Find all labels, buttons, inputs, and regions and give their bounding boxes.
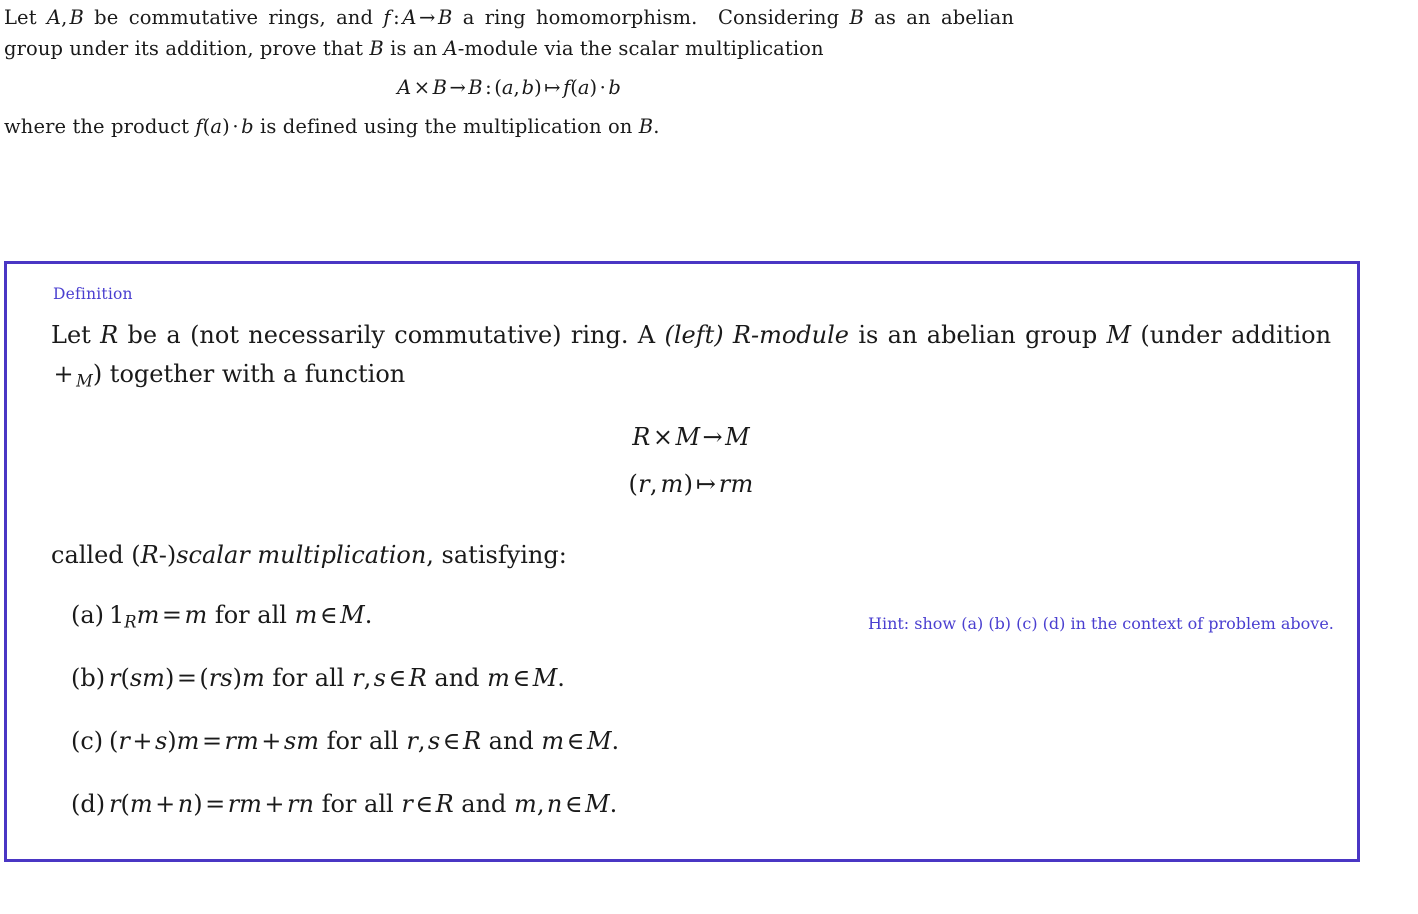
problem-closing-line: where the product f(a) · b is defined usin… <box>4 115 660 138</box>
axiom-tag-c: (c) <box>71 727 104 755</box>
axiom-tag-a: (a) <box>71 601 105 629</box>
problem-display-equation: A × B → B: (a, b) ↦ f(a) · b <box>397 76 621 99</box>
axiom-text-b: r(sm) = (rs)m for all r, s ∈ R and m ∈ M. <box>109 664 565 692</box>
scalar-multiplication-line: called (R-)scalar multiplication, satisf… <box>51 541 567 569</box>
definition-display-equation-2: (r, m) ↦ rm <box>628 470 754 498</box>
axiom-tag-b: (b) <box>71 664 106 692</box>
definition-display-equation-1: R × M → M <box>632 423 750 451</box>
axiom-item-d: (d) r(m + n) = rm + rn for all r ∈ R and m, n ∈ M. <box>71 787 1331 821</box>
definition-paragraph: Let R be a (not necessarily commutative)… <box>51 316 1331 394</box>
axiom-tag-d: (d) <box>71 790 106 818</box>
problem-line-3: multiplication <box>685 37 824 60</box>
problem-statement: Let A, B be commutative rings, and f: A → B… <box>4 2 1014 142</box>
axiom-item-c: (c) (r + s)m = rm + sm for all r, s ∈ R and m ∈ M. <box>71 724 1331 758</box>
definition-line-1: Let R be a (not necessarily commutative)… <box>51 321 1222 349</box>
axiom-text-d: r(m + n) = rm + rn for all r ∈ R and m, n ∈ M. <box>109 790 618 818</box>
hint-note: Hint: show (a) (b) (c) (d) in the contex… <box>868 614 1334 633</box>
definition-display-equations: R × M → M (r, m) ↦ rm <box>51 414 1331 508</box>
axiom-item-b: (b) r(sm) = (rs)m for all r, s ∈ R and m ∈ M. <box>71 661 1331 695</box>
problem-paragraph: Let A, B be commutative rings, and f: A → B… <box>4 2 1014 64</box>
definition-label: Definition <box>53 285 133 303</box>
axiom-text-c: (r + s)m = rm + sm for all r, s ∈ R and m ∈ M. <box>109 727 620 755</box>
definition-body: Let R be a (not necessarily commutative)… <box>51 316 1331 821</box>
definition-box: Definition Let R be a (not necessarily c… <box>4 261 1360 862</box>
problem-line-1: Let A, B be commutative rings, and f: A → B… <box>4 6 840 29</box>
axiom-text-a: 1Rm = m for all m ∈ M. <box>109 601 373 632</box>
